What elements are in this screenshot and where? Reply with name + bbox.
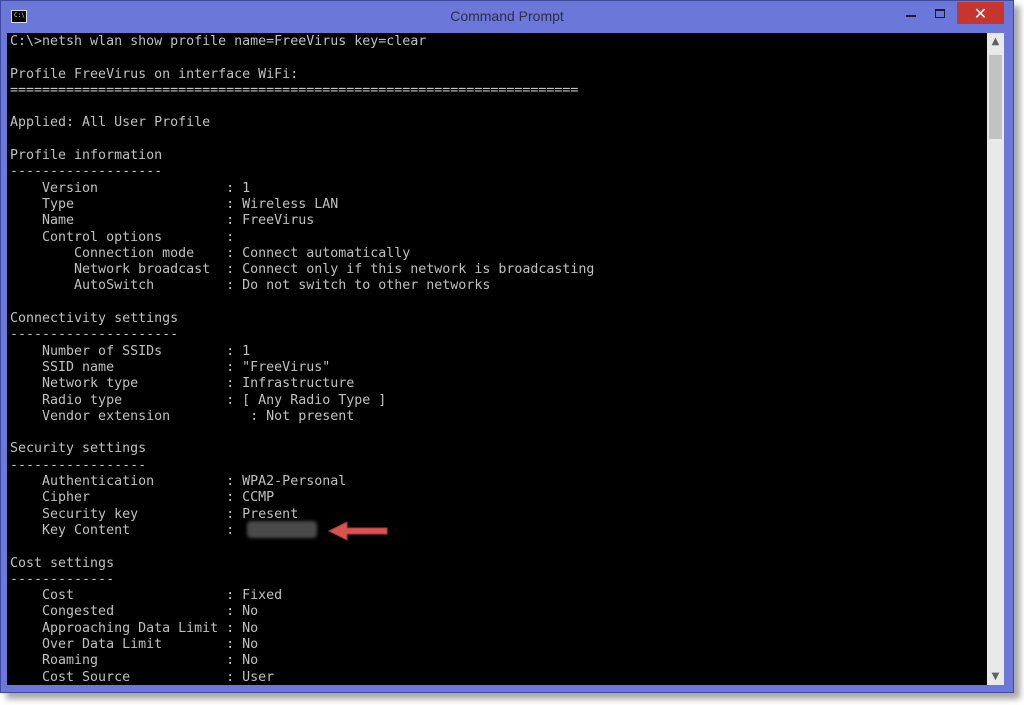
minimize-button[interactable] <box>897 2 925 24</box>
close-icon: ✕ <box>973 3 988 23</box>
maximize-icon <box>935 8 945 18</box>
console-line: Connection mode : Connect automatically <box>10 245 411 261</box>
console-line: SSID name : "FreeVirus" <box>10 359 331 375</box>
console-line: --------------------- <box>10 327 179 343</box>
console-line: Radio type : [ Any Radio Type ] <box>10 392 387 408</box>
console-output[interactable]: C:\>netsh wlan show profile name=FreeVir… <box>7 33 987 685</box>
console-line: Applied: All User Profile <box>10 115 211 131</box>
scroll-thumb[interactable] <box>989 55 1002 139</box>
console-line: Connectivity settings <box>10 311 179 327</box>
left-arrow-icon <box>327 521 388 541</box>
console-line: Profile information <box>10 148 163 164</box>
console-line: ------------------- <box>10 164 163 180</box>
console-line: Vendor extension : Not present <box>10 408 355 424</box>
console-line: ------------- <box>10 571 115 587</box>
console-line: Security settings <box>10 441 147 457</box>
console-text: C:\>netsh wlan show profile name=FreeVir… <box>10 34 594 685</box>
console-line: Cost Source : User <box>10 669 275 685</box>
scroll-down-icon[interactable]: ▼ <box>987 668 1004 685</box>
console-line: Type : Wireless LAN <box>10 196 339 212</box>
scroll-up-icon[interactable]: ▲ <box>987 33 1004 50</box>
console-line: C:\>netsh wlan show profile name=FreeVir… <box>10 34 427 49</box>
console-line: Congested : No <box>10 604 259 620</box>
title-bar[interactable]: C:\ Command Prompt ✕ <box>1 1 1013 33</box>
console-line: Name : FreeVirus <box>10 213 315 229</box>
vertical-scrollbar[interactable]: ▲ ▼ <box>987 33 1004 685</box>
minimize-icon <box>906 15 916 17</box>
console-line: Roaming : No <box>10 653 259 669</box>
console-line: AutoSwitch : Do not switch to other netw… <box>10 278 491 294</box>
console-line: ========================================… <box>10 82 579 98</box>
console-line: Network type : Infrastructure <box>10 376 355 392</box>
console-line: Control options : <box>10 229 235 245</box>
console-line: Profile FreeVirus on interface WiFi: <box>10 66 299 82</box>
console-line: Cipher : CCMP <box>10 490 275 506</box>
console-line: Cost : Fixed <box>10 588 283 604</box>
console-line: Approaching Data Limit : No <box>10 620 259 636</box>
window-title: Command Prompt <box>450 8 564 24</box>
console-line: Cost settings <box>10 555 115 571</box>
close-button[interactable]: ✕ <box>957 2 1004 24</box>
console-line: ----------------- <box>10 457 147 473</box>
console-line: Number of SSIDs : 1 <box>10 343 251 359</box>
console-line: Authentication : WPA2-Personal <box>10 474 347 490</box>
console-line: Over Data Limit : No <box>10 636 259 652</box>
maximize-button[interactable] <box>926 2 954 24</box>
command-prompt-window: C:\ Command Prompt ✕ C:\>netsh wlan show… <box>0 0 1014 693</box>
console-line: Version : 1 <box>10 180 251 196</box>
console-line: Network broadcast : Connect only if this… <box>10 262 595 278</box>
redacted-key-content <box>247 521 317 538</box>
